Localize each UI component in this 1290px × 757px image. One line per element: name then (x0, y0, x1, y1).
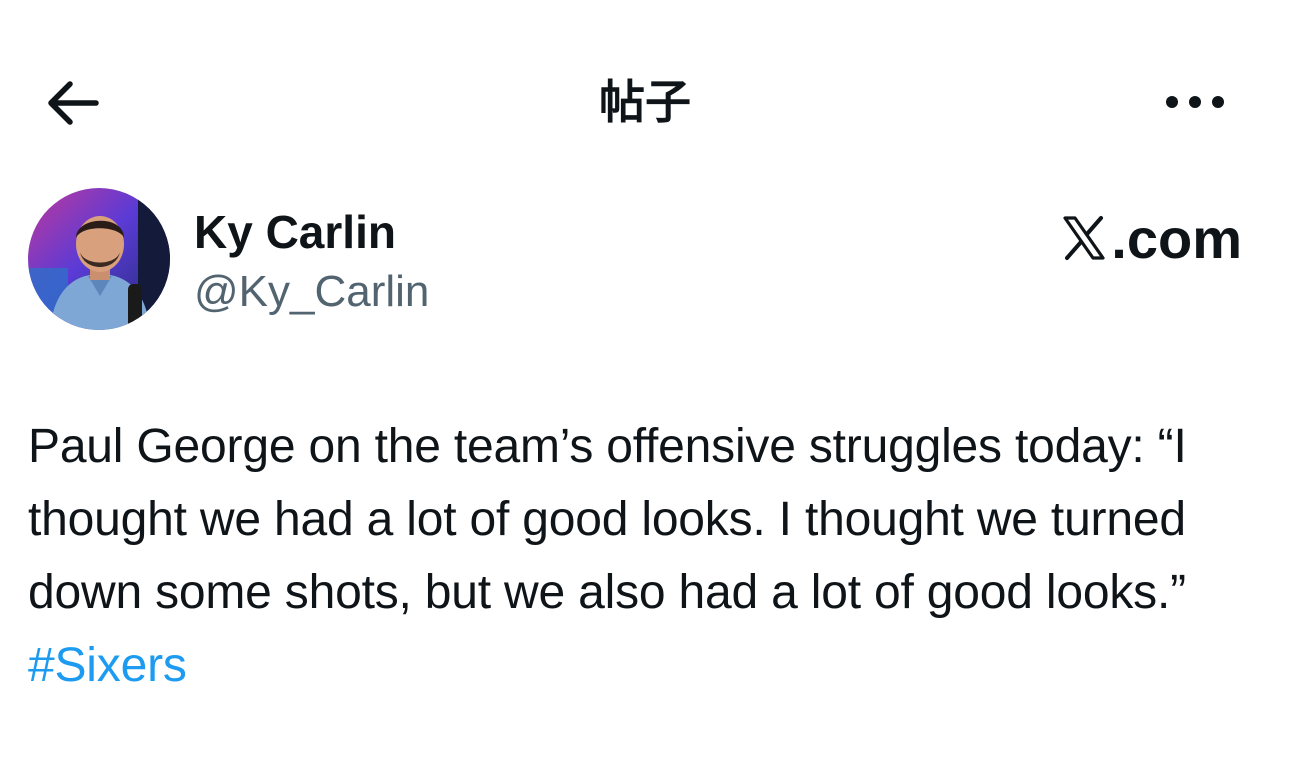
page-title: 帖子 (599, 75, 691, 129)
brand-watermark: .com (1059, 206, 1242, 270)
more-horizontal-icon (1166, 96, 1224, 108)
author-display-name[interactable]: Ky Carlin (194, 206, 396, 258)
tweet-text: Paul George on the team’s offensive stru… (28, 420, 1187, 619)
brand-label: .com (1111, 206, 1242, 270)
more-options-button[interactable] (1160, 86, 1230, 118)
hashtag-link[interactable]: #Sixers (28, 639, 187, 692)
avatar[interactable] (28, 188, 170, 330)
x-logo-icon (1063, 216, 1105, 260)
tweet-body: Paul George on the team’s offensive stru… (28, 410, 1258, 702)
top-navigation-bar: 帖子 (0, 60, 1290, 144)
author-handle[interactable]: @Ky_Carlin (194, 266, 429, 318)
tweet-author: Ky Carlin @Ky_Carlin .com (28, 188, 1268, 338)
avatar-photo (28, 188, 170, 330)
